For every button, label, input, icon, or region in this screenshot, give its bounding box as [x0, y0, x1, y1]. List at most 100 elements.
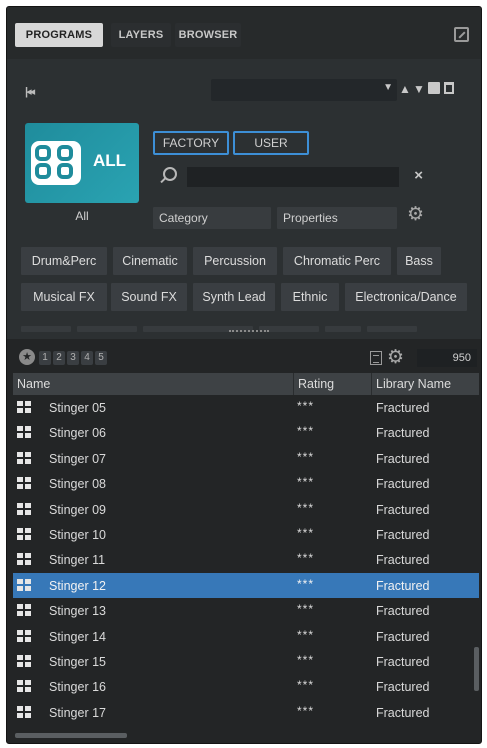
program-rating: *** — [297, 500, 315, 515]
category-filter[interactable]: Category — [153, 207, 271, 229]
table-row[interactable]: Stinger 15 *** Fractured — [13, 649, 479, 674]
program-name: Stinger 17 — [49, 705, 106, 720]
skip-previous-icon[interactable]: |◂◂ — [25, 85, 41, 98]
program-rating: *** — [297, 551, 315, 566]
program-name: Stinger 16 — [49, 680, 106, 695]
table-row[interactable]: Stinger 05 *** Fractured — [13, 395, 479, 420]
arrow-up-icon[interactable]: ▲ — [399, 83, 411, 95]
gear-icon[interactable]: ⚙ — [407, 205, 424, 225]
program-name: Stinger 09 — [49, 502, 106, 517]
table-row[interactable]: Stinger 08 *** Fractured — [13, 471, 479, 496]
table-row[interactable]: Stinger 16 *** Fractured — [13, 674, 479, 699]
tab-browser[interactable]: BROWSER — [175, 23, 241, 47]
detach-window-icon[interactable] — [454, 27, 469, 42]
program-icon — [17, 401, 31, 413]
program-library: Fractured — [376, 578, 430, 593]
rating-filter-4[interactable]: 4 — [81, 351, 93, 365]
table-row[interactable]: Stinger 06 *** Fractured — [13, 420, 479, 445]
search-icon — [163, 167, 177, 181]
rating-filter-3[interactable]: 3 — [67, 351, 79, 365]
program-icon — [17, 604, 31, 617]
media-browser-panel: PROGRAMS LAYERS BROWSER |◂◂ ▼ ▲ ▼ ALL Al… — [6, 6, 482, 744]
rating-filter-5[interactable]: 5 — [95, 351, 107, 365]
preset-toolbar: |◂◂ ▼ ▲ ▼ — [7, 77, 481, 105]
library-logo-text: ALL — [93, 151, 127, 170]
program-name: Stinger 12 — [49, 578, 106, 593]
search-bar: × — [157, 165, 427, 189]
program-icon — [17, 629, 31, 642]
program-rating: *** — [297, 678, 315, 693]
tab-bar: PROGRAMS LAYERS BROWSER — [7, 7, 481, 59]
program-name: Stinger 14 — [49, 629, 106, 644]
program-name: Stinger 11 — [49, 553, 106, 568]
program-rating: *** — [297, 475, 315, 490]
tag-electronica-dance[interactable]: Electronica/Dance — [345, 283, 467, 311]
program-rating: *** — [297, 576, 315, 591]
program-library: Fractured — [376, 401, 430, 415]
table-row[interactable]: Stinger 14 *** Fractured — [13, 624, 479, 649]
table-row[interactable]: Stinger 07 *** Fractured — [13, 446, 479, 471]
tag-ethnic[interactable]: Ethnic — [281, 283, 339, 311]
column-header-library[interactable]: Library Name — [371, 373, 479, 395]
more-tags-row — [21, 321, 423, 332]
program-name: Stinger 06 — [49, 426, 106, 441]
horizontal-scrollbar[interactable] — [15, 733, 127, 738]
table-row[interactable]: Stinger 13 *** Fractured — [13, 598, 479, 623]
program-rating: *** — [297, 627, 315, 642]
tab-programs[interactable]: PROGRAMS — [15, 23, 103, 47]
program-icon — [17, 477, 31, 490]
user-filter-button[interactable]: USER — [233, 131, 309, 155]
program-name: Stinger 10 — [49, 528, 106, 542]
library-logo[interactable]: ALL — [25, 123, 139, 203]
tag-chromatic-perc[interactable]: Chromatic Perc — [283, 247, 391, 275]
program-library: Fractured — [376, 553, 430, 568]
table-row[interactable]: Stinger 11 *** Fractured — [13, 547, 479, 572]
star-icon[interactable]: ★ — [19, 349, 35, 365]
tag-area-resize-handle[interactable] — [229, 330, 269, 334]
search-input[interactable] — [187, 167, 399, 187]
program-icon — [17, 705, 31, 718]
tag-sound-fx[interactable]: Sound FX — [111, 283, 187, 311]
program-name: Stinger 07 — [49, 451, 106, 466]
program-name: Stinger 05 — [49, 401, 106, 415]
tab-layers[interactable]: LAYERS — [111, 23, 171, 47]
program-rating: *** — [297, 703, 315, 718]
rating-filter-2[interactable]: 2 — [53, 351, 65, 365]
column-header-name[interactable]: Name — [13, 373, 293, 395]
gear-icon[interactable]: ⚙ — [387, 346, 404, 369]
table-row[interactable]: Stinger 12 *** Fractured — [13, 572, 479, 599]
table-row[interactable]: Stinger 10 *** Fractured — [13, 522, 479, 547]
program-icon — [17, 655, 31, 667]
view-options-icon[interactable] — [370, 351, 382, 365]
program-rating: *** — [297, 449, 315, 464]
program-library: Fractured — [376, 680, 430, 695]
tag-bass[interactable]: Bass — [397, 247, 441, 275]
table-row[interactable]: Stinger 17 *** Fractured — [13, 700, 479, 725]
arrow-down-icon[interactable]: ▼ — [413, 83, 425, 95]
tag-synth-lead[interactable]: Synth Lead — [193, 283, 275, 311]
results-table-header: Name Rating Library Name — [13, 373, 479, 395]
save-icon[interactable] — [428, 82, 440, 94]
preset-select[interactable]: ▼ — [211, 79, 397, 101]
trash-icon[interactable] — [444, 82, 454, 94]
program-library: Fractured — [376, 477, 430, 492]
rating-filter-1[interactable]: 1 — [39, 351, 51, 365]
program-icon — [17, 553, 31, 566]
program-name: Stinger 15 — [49, 655, 106, 669]
factory-filter-button[interactable]: FACTORY — [153, 131, 229, 155]
tag-musical-fx[interactable]: Musical FX — [21, 283, 107, 311]
tag-cinematic[interactable]: Cinematic — [113, 247, 187, 275]
tag-percussion[interactable]: Percussion — [193, 247, 277, 275]
library-caption: All — [75, 209, 89, 223]
program-rating: *** — [297, 602, 315, 617]
program-name: Stinger 13 — [49, 604, 106, 619]
table-row[interactable]: Stinger 09 *** Fractured — [13, 497, 479, 522]
program-rating: *** — [297, 526, 315, 540]
properties-filter[interactable]: Properties — [277, 207, 397, 229]
vertical-scrollbar[interactable] — [474, 647, 479, 691]
column-header-rating[interactable]: Rating — [293, 373, 371, 395]
tag-drum-perc[interactable]: Drum&Perc — [21, 247, 107, 275]
clear-search-button[interactable]: × — [414, 167, 423, 184]
program-icon — [17, 680, 31, 693]
program-icon — [17, 578, 31, 591]
